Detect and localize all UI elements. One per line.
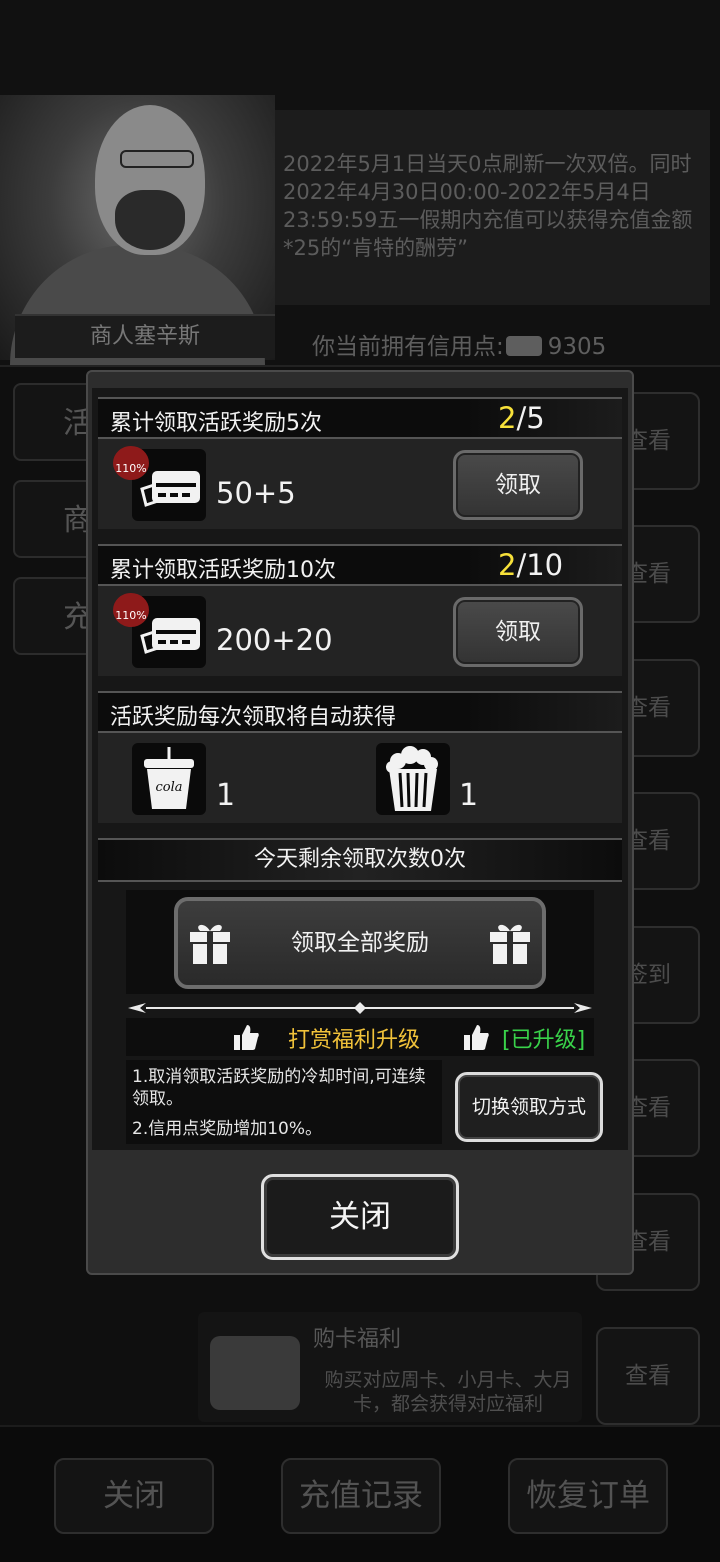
notice-text: 2022年5月1日当天0点刷新一次双倍。同时2022年4月30日00:00-20…: [283, 152, 693, 260]
tier2-title: 累计领取活跃奖励10次: [110, 558, 336, 583]
tier2-claim-button[interactable]: 领取: [453, 597, 583, 667]
tier2-amount: 200+20: [216, 623, 333, 657]
card-welfare-desc: 购买对应周卡、小月卡、大月卡，都会获得对应福利: [324, 1369, 572, 1415]
merchant-name: 商人塞辛斯: [15, 314, 275, 358]
cola-icon: cola: [132, 743, 206, 815]
card-welfare-title: 购卡福利: [313, 1327, 402, 1352]
upgrade-desc-1: 1.取消领取活跃奖励的冷却时间,可连续领取。: [132, 1067, 426, 1109]
ornament-divider: [126, 1000, 594, 1014]
upgrade-desc-2: 2.信用点奖励增加10%。: [132, 1119, 323, 1139]
tier1-progress: 2/5: [498, 401, 545, 435]
gift-icon: [188, 921, 232, 965]
recharge-history-button[interactable]: 充值记录: [281, 1458, 441, 1534]
remaining-claims: 今天剩余领取次数0次: [98, 838, 622, 882]
tier1-progress-current: 2: [498, 401, 517, 435]
tier1-progress-total: /5: [516, 401, 545, 435]
credit-display: 你当前拥有信用点: 9305: [312, 327, 606, 361]
upgrade-title: 打赏福利升级: [288, 1028, 421, 1053]
cola-label: cola: [155, 780, 182, 795]
switch-claim-mode-button[interactable]: 切换领取方式: [455, 1072, 603, 1142]
bonus-110-badge: 110%: [113, 446, 149, 480]
tier1-amount: 50+5: [216, 476, 296, 510]
tier2-progress: 2/10: [498, 548, 563, 582]
auto-reward-title: 活跃奖励每次领取将自动获得: [110, 705, 397, 730]
credit-card-icon: [505, 336, 542, 356]
upgrade-status: [已升级]: [502, 1028, 586, 1053]
tier2-progress-total: /10: [516, 548, 564, 582]
restore-order-button[interactable]: 恢复订单: [508, 1458, 668, 1534]
bonus-110-badge: 110%: [113, 593, 149, 627]
thumbs-up-icon: [232, 1023, 260, 1051]
tier1-title: 累计领取活跃奖励5次: [110, 411, 322, 436]
tier2-progress-current: 2: [498, 548, 517, 582]
modal-close-button[interactable]: 关闭: [261, 1174, 459, 1260]
popcorn-quantity: 1: [459, 778, 479, 813]
credit-value: 9305: [547, 334, 607, 360]
view-button-card-welfare[interactable]: 查看: [596, 1327, 700, 1425]
thumbs-up-icon: [462, 1023, 490, 1051]
popcorn-icon: [376, 743, 450, 815]
claim-all-label: 领取全部奖励: [291, 930, 429, 956]
bottom-close-button[interactable]: 关闭: [54, 1458, 214, 1534]
gift-icon: [488, 921, 532, 965]
upgrade-description: 1.取消领取活跃奖励的冷却时间,可连续领取。 2.信用点奖励增加10%。: [126, 1060, 442, 1144]
tier1-claim-button[interactable]: 领取: [453, 450, 583, 520]
credit-label: 你当前拥有信用点:: [312, 334, 504, 360]
cola-quantity: 1: [216, 778, 236, 813]
trophy-card-icon: [210, 1336, 300, 1410]
